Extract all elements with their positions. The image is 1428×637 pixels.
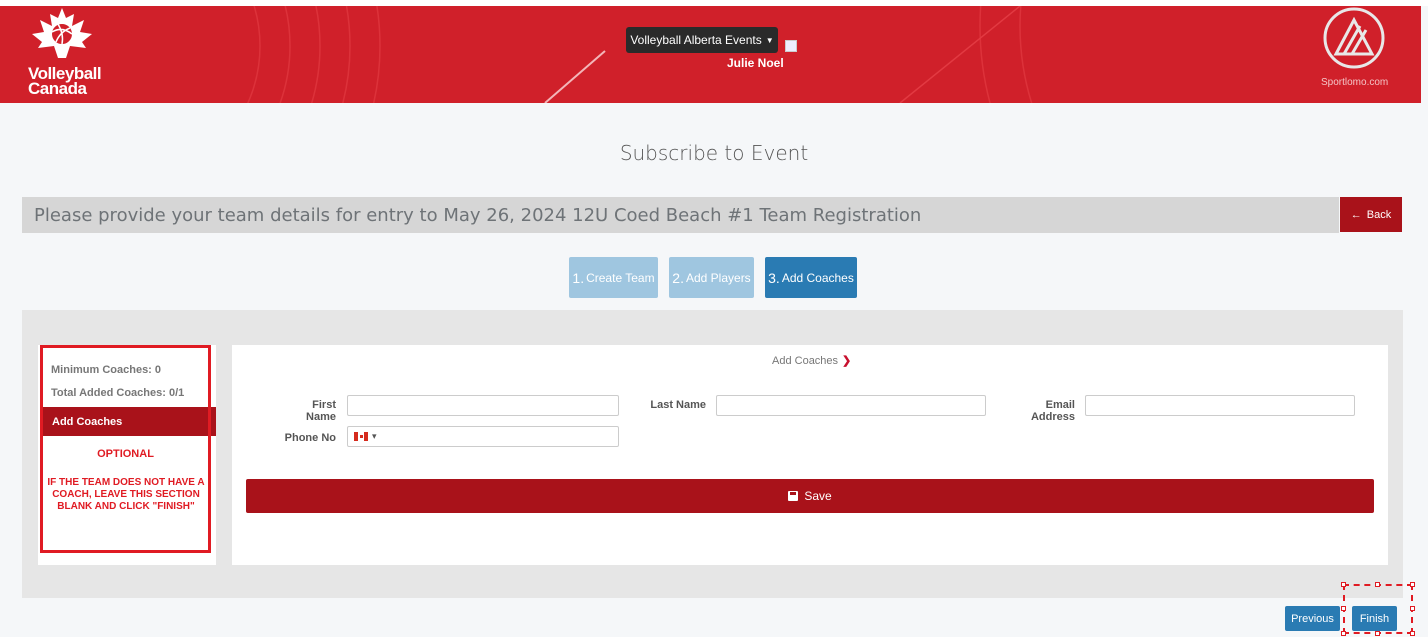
first-name-label: First Name	[306, 399, 336, 423]
user-avatar	[785, 40, 797, 52]
back-button[interactable]: ← Back	[1340, 197, 1402, 232]
step-add-players[interactable]: 2. Add Players	[669, 257, 754, 298]
caret-down-icon: ▼	[765, 35, 774, 45]
step-number: 3.	[768, 269, 780, 286]
partner-text[interactable]: Sportlomo.com	[1321, 77, 1388, 88]
previous-button[interactable]: Previous	[1285, 606, 1340, 631]
brand-line-2: Canada	[28, 79, 87, 98]
add-coaches-title: Add Coaches	[772, 354, 839, 367]
chevron-down-icon: ❯	[842, 355, 852, 367]
header-decoration	[247, 6, 1033, 103]
arrow-left-icon: ←	[1350, 208, 1362, 221]
step-label: Add Players	[685, 270, 751, 285]
step-number: 1.	[572, 269, 585, 286]
phone-label: Phone No	[284, 432, 336, 444]
volleyball-canada-logo[interactable]: Volleyball Canada	[28, 8, 118, 102]
save-button[interactable]: Save	[246, 479, 1374, 513]
step-number: 2.	[672, 269, 684, 286]
event-info-bar: Please provide your team details for ent…	[22, 197, 1339, 233]
canada-flag-icon[interactable]	[354, 432, 368, 441]
caret-down-icon: ▾	[372, 431, 377, 441]
events-dropdown[interactable]: Volleyball Alberta Events ▼	[626, 27, 778, 53]
email-label: Email Address	[1030, 399, 1075, 423]
back-label: Back	[1366, 208, 1392, 221]
user-name[interactable]: Julie Noel	[727, 56, 784, 70]
step-add-coaches[interactable]: 3. Add Coaches	[765, 257, 857, 298]
page-title: Subscribe to Event	[619, 141, 809, 165]
coach-form-card	[232, 345, 1388, 565]
site-header: Volleyball Canada Volleyball Alberta Eve…	[0, 6, 1421, 103]
sportlomo-logo[interactable]	[1322, 6, 1386, 70]
floppy-disk-icon	[788, 491, 799, 501]
last-name-label: Last Name	[650, 399, 706, 411]
events-dropdown-label: Volleyball Alberta Events	[630, 33, 762, 47]
step-label: Add Coaches	[781, 270, 854, 285]
event-info-text: Please provide your team details for ent…	[34, 204, 922, 226]
add-coaches-toggle[interactable]: Add Coaches ❯	[772, 354, 852, 368]
last-name-input[interactable]	[716, 395, 986, 416]
phone-input[interactable]: ▾	[347, 426, 619, 447]
save-label: Save	[804, 489, 832, 503]
highlight-outline	[40, 345, 211, 553]
maple-leaf-icon	[32, 8, 92, 58]
finish-highlight	[1341, 582, 1415, 636]
step-create-team[interactable]: 1. Create Team	[569, 257, 658, 298]
step-label: Create Team	[586, 270, 655, 285]
email-input[interactable]	[1085, 395, 1355, 416]
first-name-input[interactable]	[347, 395, 619, 416]
